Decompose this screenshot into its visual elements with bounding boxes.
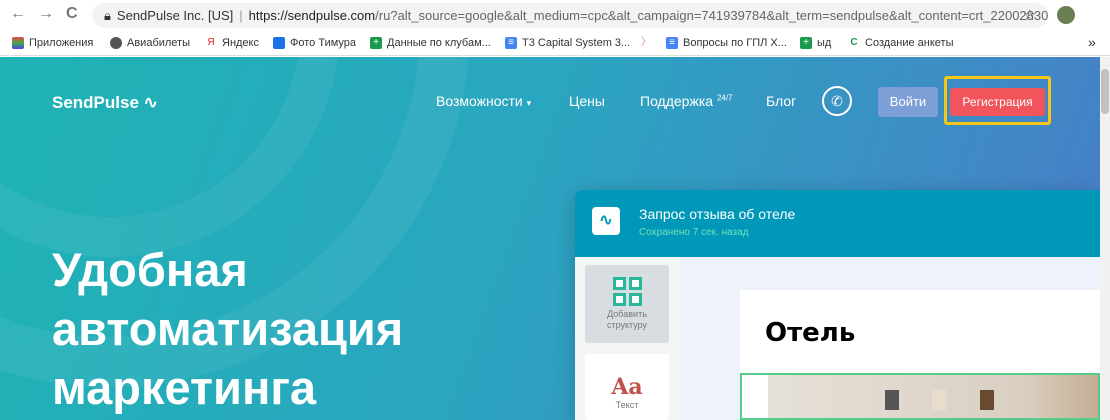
apps-icon xyxy=(12,37,24,49)
editor-mockup: ∿ Запрос отзыва об отеле Сохранено 7 сек… xyxy=(575,190,1100,420)
text-tool[interactable]: Aa Текст xyxy=(585,354,669,420)
bookmark-yandex[interactable]: Я Яндекс xyxy=(205,37,259,49)
nav-label: Поддержка xyxy=(640,93,714,109)
page-scrollbar[interactable] xyxy=(1100,57,1110,420)
tool-label: Текст xyxy=(615,400,639,410)
bookmark-t3[interactable]: ≡ T3 Capital System 3... xyxy=(505,37,630,49)
email-canvas: Отель xyxy=(740,290,1100,420)
picture-frame xyxy=(932,390,946,410)
reload-button[interactable]: C xyxy=(66,5,78,23)
bookmark-icon: 〉 xyxy=(641,37,651,48)
bookmark-label: Фото Тимура xyxy=(290,37,357,49)
hero-title-line: маркетинга xyxy=(52,361,317,414)
site-name: SendPulse Inc. [US] xyxy=(116,8,234,23)
back-button[interactable]: ← xyxy=(10,5,26,23)
pulse-icon: ∿ xyxy=(143,93,158,112)
nav-blog[interactable]: Блог xyxy=(766,93,796,109)
hero-title-line: автоматизация xyxy=(52,302,404,355)
nav-support[interactable]: Поддержка 24/7 xyxy=(640,93,733,109)
bookmark-apps[interactable]: Приложения xyxy=(12,37,93,49)
bookmark-gpl[interactable]: ≡ Вопросы по ГПЛ Х... xyxy=(666,37,787,49)
yandex-icon: Я xyxy=(207,37,215,48)
sheets-icon: + xyxy=(800,37,812,49)
bookmark-label: ыд xyxy=(817,37,832,49)
hero-title-line: Удобная xyxy=(52,243,248,296)
bookmark-label: Яндекс xyxy=(222,37,259,49)
phone-icon[interactable]: ✆ xyxy=(822,86,852,116)
browser-toolbar: ← → C 🔒︎ SendPulse Inc. [US] | https://se… xyxy=(0,0,1110,31)
bookmark-label: T3 Capital System 3... xyxy=(522,37,631,49)
bookmark-label: Вопросы по ГПЛ Х... xyxy=(683,37,787,49)
profile-avatar[interactable] xyxy=(1057,6,1075,24)
bookmark-label: Авиабилеты xyxy=(127,37,191,49)
add-structure-tool[interactable]: Добавить структуру xyxy=(585,265,669,343)
nav-prices[interactable]: Цены xyxy=(569,93,605,109)
bookmark-label: Приложения xyxy=(29,37,94,49)
nav-features[interactable]: Возможности ▾ xyxy=(436,93,531,109)
support-badge: 24/7 xyxy=(716,93,733,103)
editor-sidebar: Добавить структуру Aa Текст xyxy=(575,257,680,420)
picture-frame xyxy=(980,390,994,410)
bookmark-label: Данные по клубам... xyxy=(387,37,491,49)
save-status: Сохранено 7 сек. назад xyxy=(639,227,749,238)
hotel-image[interactable] xyxy=(740,373,1100,420)
text-icon: Aa xyxy=(611,374,643,400)
register-button[interactable]: Регистрация xyxy=(950,88,1045,116)
hero-title: Удобная автоматизация маркетинга xyxy=(52,240,403,417)
bookmark-form[interactable]: C Создание анкеты xyxy=(848,37,954,49)
logo-text: SendPulse xyxy=(52,93,139,112)
tool-label: Добавить структуру xyxy=(606,309,648,330)
dropbox-icon xyxy=(273,37,285,49)
bookmark-label: Создание анкеты xyxy=(865,37,954,49)
email-heading[interactable]: Отель xyxy=(765,318,855,348)
scrollbar-thumb[interactable] xyxy=(1101,69,1109,114)
sendpulse-logo[interactable]: SendPulse ∿ xyxy=(52,93,158,113)
forms-icon: C xyxy=(850,37,858,48)
pulse-icon: ∿ xyxy=(592,207,620,235)
login-button[interactable]: Войти xyxy=(878,87,938,117)
nav-label: Возможности xyxy=(436,93,523,109)
editor-title: Запрос отзыва об отеле xyxy=(639,206,796,222)
globe-icon xyxy=(110,37,122,49)
sheets-icon: + xyxy=(370,37,382,49)
url-rest: /ru?alt_source=google&alt_medium=cpc&alt… xyxy=(375,8,1048,23)
docs-icon: ≡ xyxy=(666,37,678,49)
chevron-down-icon: ▾ xyxy=(526,98,532,108)
bookmarks-bar: Приложения Авиабилеты Я Яндекс Фото Тимур… xyxy=(0,31,1110,56)
address-bar[interactable]: 🔒︎ SendPulse Inc. [US] | https://sendpuls… xyxy=(92,3,1048,28)
lock-icon: 🔒︎ xyxy=(104,7,111,23)
bookmark-avia[interactable]: Авиабилеты xyxy=(110,37,190,49)
bookmark-misc[interactable]: 〉 xyxy=(640,37,657,49)
editor-header: ∿ Запрос отзыва об отеле Сохранено 7 сек… xyxy=(575,190,1100,257)
forward-button[interactable]: → xyxy=(38,5,54,23)
grid-icon xyxy=(612,277,642,306)
bookmark-star-icon[interactable]: ☆ xyxy=(1023,6,1036,24)
url-host: https://sendpulse.com xyxy=(248,8,376,23)
register-highlight: Регистрация xyxy=(944,76,1051,125)
docs-icon: ≡ xyxy=(505,37,517,49)
bookmark-clubs[interactable]: + Данные по клубам... xyxy=(370,37,491,49)
picture-frame xyxy=(885,390,899,410)
hero-section: SendPulse ∿ Возможности ▾ Цены Поддержка… xyxy=(0,57,1100,420)
bookmark-photo[interactable]: Фото Тимура xyxy=(273,37,356,49)
bookmark-yd[interactable]: + ыд xyxy=(800,37,831,49)
bookmarks-more[interactable]: » xyxy=(1088,34,1096,50)
